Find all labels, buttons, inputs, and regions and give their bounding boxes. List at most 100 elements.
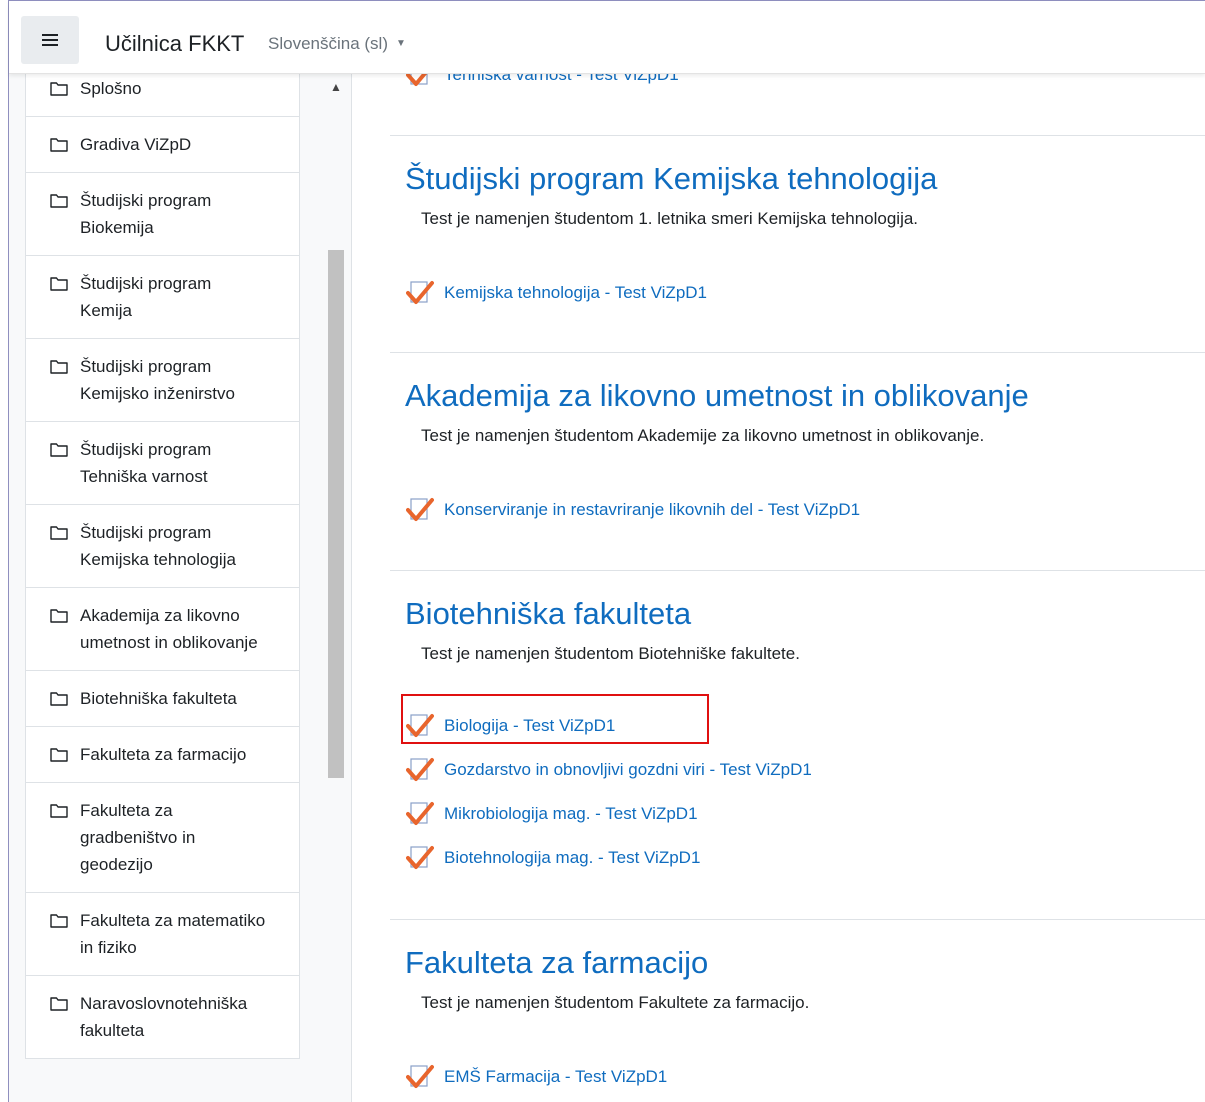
drawer-item-label: Biotehniška fakulteta [80,689,237,708]
activity-label: Gozdarstvo in obnovljivi gozdni viri - T… [444,760,812,779]
drawer-course-sections: Splošno Gradiva ViZpD Študijski program Bio… [25,74,300,1059]
nav-drawer: Splošno Gradiva ViZpD Študijski program Bio… [9,74,352,1102]
drawer-item[interactable]: Študijski program Kemijska tehnologija [25,505,300,588]
activity-label: Biotehnologija mag. - Test ViZpD1 [444,848,701,867]
site-name-link[interactable]: Učilnica FKKT [105,31,244,57]
drawer-item-label: Fakulteta za gradbeništvo in geodezijo [50,797,289,878]
quiz-check-icon [406,758,434,781]
drawer-item-label-line: Fakulteta za [80,801,173,820]
drawer-item-label: Fakulteta za matematiko in fiziko [50,907,289,961]
scrollbar-thumb[interactable] [328,250,344,778]
drawer-item[interactable]: Fakulteta za farmacijo [25,727,300,783]
drawer-item-label: Splošno [80,79,142,98]
section-description: Test je namenjen študentom 1. letnika sm… [421,209,919,228]
activity-label: EMŠ Farmacija - Test ViZpD1 [444,1067,668,1086]
drawer-item-label-line: Kemijsko inženirstvo [80,384,235,403]
drawer-item-label: Fakulteta za farmacijo [80,745,247,764]
drawer-item[interactable]: Študijski program Kemija [25,256,300,339]
drawer-item-label-line: Študijski program [80,274,212,293]
activity-link-tehniska-varnost[interactable]: Tehniška varnost - Test ViZpD1 [406,74,679,90]
activity-label: Mikrobiologija mag. - Test ViZpD1 [444,804,698,823]
course-content: Tehniška varnost - Test ViZpD1 Študijski… [363,74,1205,1102]
drawer-item-label: Študijski program Biokemija [50,187,289,241]
drawer-item-label: Naravoslovnotehniška fakulteta [50,990,289,1044]
language-label: Slovenščina (sl) [268,34,388,53]
activity-link[interactable]: Gozdarstvo in obnovljivi gozdni viri - T… [406,755,812,785]
top-navbar: Učilnica FKKT Slovenščina (sl) ▼ [9,1,1205,74]
folder-icon [50,748,68,762]
drawer-item-label: Akademija za likovno umetnost in oblikova… [50,602,289,656]
activity-label: Tehniška varnost - Test ViZpD1 [444,74,679,84]
drawer-item-label-line: geodezijo [80,855,153,874]
drawer-item[interactable]: Naravoslovnotehniška fakulteta [25,976,300,1059]
drawer-item-label-line: Kemijska tehnologija [80,550,236,569]
folder-icon [50,443,68,457]
activity-link[interactable]: EMŠ Farmacija - Test ViZpD1 [406,1062,667,1092]
activity-label: Konserviranje in restavriranje likovnih … [444,500,861,519]
drawer-item-label-line: Študijski program [80,357,212,376]
activity-link[interactable]: Biotehnologija mag. - Test ViZpD1 [406,843,700,873]
drawer-item-label-line: Biokemija [80,218,154,237]
drawer-item-label-line: Študijski program [80,440,212,459]
activity-link[interactable]: Kemijska tehnologija - Test ViZpD1 [406,278,707,308]
quiz-check-icon [406,802,434,825]
drawer-item-label-line: Kemija [80,301,132,320]
folder-icon [50,82,68,96]
highlight-annotation-box [401,694,709,744]
folder-icon [50,609,68,623]
section-title: Študijski program Kemijska tehnologija [405,161,938,196]
section-farmacija: Fakulteta za farmacijo Test je namenjen … [390,919,1205,1102]
folder-icon [50,194,68,208]
drawer-toggle-button[interactable] [21,16,79,64]
folder-icon [50,997,68,1011]
section-biotehniska: Biotehniška fakulteta Test je namenjen š… [390,570,1205,920]
quiz-check-icon [406,1065,434,1088]
caret-down-icon: ▼ [396,38,406,49]
drawer-item[interactable]: Splošno [25,74,300,117]
folder-icon [50,804,68,818]
drawer-item-label-line: fakulteta [80,1021,145,1040]
section-description: Test je namenjen študentom Akademije za … [421,426,985,445]
drawer-item[interactable]: Študijski program Tehniška varnost [25,422,300,505]
section-description: Test je namenjen študentom Fakultete za … [421,993,810,1012]
section-title: Akademija za likovno umetnost in oblikov… [405,378,1029,413]
drawer-scrollbar[interactable]: ▲ [327,74,345,1102]
activity-link[interactable]: Mikrobiologija mag. - Test ViZpD1 [406,799,698,829]
folder-icon [50,526,68,540]
section-title: Biotehniška fakulteta [405,596,692,631]
section-akademija: Akademija za likovno umetnost in oblikov… [390,352,1205,571]
section-kemijska-tehnologija: Študijski program Kemijska tehnologija T… [390,135,1205,353]
drawer-item-label-line: Akademija za likovno [80,606,240,625]
drawer-item[interactable]: Študijski program Kemijsko inženirstvo [25,339,300,422]
drawer-item-label-line: Študijski program [80,523,212,542]
activity-label: Kemijska tehnologija - Test ViZpD1 [444,283,708,302]
hamburger-icon [42,34,58,46]
drawer-item[interactable]: Akademija za likovno umetnost in oblikova… [25,588,300,671]
drawer-item[interactable]: Biotehniška fakulteta [25,671,300,727]
drawer-item[interactable]: Fakulteta za matematiko in fiziko [25,893,300,976]
activity-link[interactable]: Konserviranje in restavriranje likovnih … [406,495,860,525]
language-menu[interactable]: Slovenščina (sl) ▼ [268,34,406,54]
scroll-up-arrow-icon[interactable]: ▲ [327,78,345,96]
drawer-item-label: Študijski program Kemijska tehnologija [50,519,289,573]
drawer-item[interactable]: Študijski program Biokemija [25,173,300,256]
drawer-item-label-line: Naravoslovnotehniška [80,994,248,1013]
drawer-item-label-line: Študijski program [80,191,212,210]
section-description: Test je namenjen študentom Biotehniške f… [421,644,800,663]
drawer-item-label: Gradiva ViZpD [80,135,192,154]
quiz-check-icon [406,74,428,86]
drawer-item-label: Študijski program Kemija [50,270,289,324]
folder-icon [50,360,68,374]
drawer-item[interactable]: Fakulteta za gradbeništvo in geodezijo [25,783,300,893]
drawer-item-label-line: umetnost in oblikovanje [80,633,258,652]
quiz-check-icon [406,846,434,869]
folder-icon [50,692,68,706]
drawer-item[interactable]: Gradiva ViZpD [25,117,300,173]
drawer-item-label-line: in fiziko [80,938,137,957]
quiz-check-icon [406,281,434,304]
drawer-item-label: Študijski program Tehniška varnost [50,436,289,490]
section-title: Fakulteta za farmacijo [405,945,709,980]
folder-icon [50,277,68,291]
drawer-item-label-line: Tehniška varnost [80,467,208,486]
drawer-item-label-line: Fakulteta za matematiko [80,911,266,930]
